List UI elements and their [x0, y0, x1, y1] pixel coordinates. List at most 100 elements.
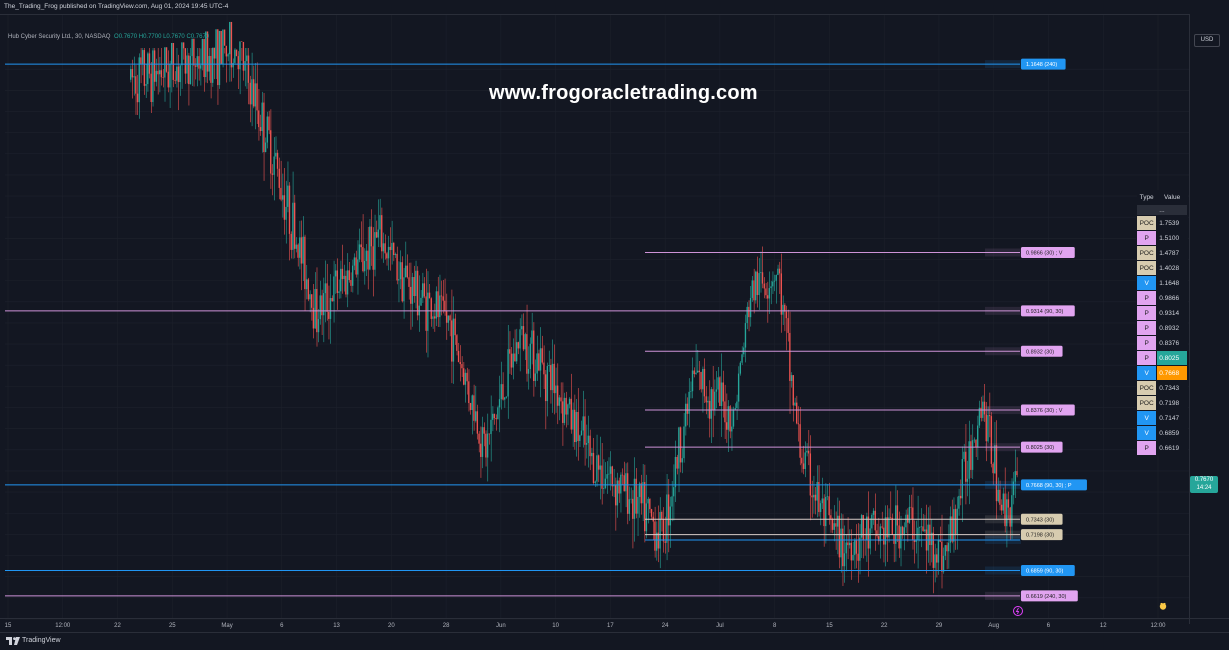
candle-body — [903, 527, 905, 535]
candle-body — [765, 288, 767, 296]
candle-body — [309, 294, 311, 300]
candle-body — [773, 280, 776, 282]
candle-body — [437, 291, 439, 318]
candle-body — [616, 480, 619, 506]
candle-body — [609, 466, 612, 474]
candle-body — [300, 237, 303, 264]
level-label: 0.7343 (30) — [1026, 517, 1054, 523]
candle-body — [529, 343, 531, 370]
replay-icon[interactable] — [1012, 605, 1024, 617]
row-value: 0.8376 — [1156, 335, 1188, 351]
candle-body — [792, 375, 794, 406]
candle-body — [543, 362, 545, 375]
candle-body — [353, 257, 356, 266]
candle-body — [977, 425, 979, 448]
table-row: P 1.5100 — [1135, 230, 1188, 246]
candle-body — [719, 377, 721, 406]
candle-body — [451, 320, 453, 362]
candle-body — [901, 526, 904, 535]
candle-body — [574, 409, 576, 443]
candle-body — [338, 291, 340, 293]
candle-body — [170, 42, 173, 64]
candle-body — [676, 456, 678, 469]
candle-body — [386, 253, 388, 259]
candle-body — [522, 326, 525, 350]
candle-body — [444, 300, 446, 312]
bar-countdown: 14:24 — [1196, 485, 1212, 491]
symbol-legend[interactable]: Hub Cyber Security Ltd., 30, NASDAQ O0.7… — [8, 34, 209, 40]
candle-body — [285, 206, 287, 220]
time-axis-panel[interactable] — [0, 618, 1229, 633]
candle-body — [288, 185, 291, 234]
candle-body — [182, 42, 185, 49]
candle-body — [685, 403, 687, 427]
candle-body — [481, 427, 484, 457]
row-type: POC — [1135, 380, 1158, 396]
candle-body — [814, 494, 817, 501]
candle-body — [548, 365, 550, 367]
candle-body — [362, 247, 364, 272]
candle-body — [379, 215, 381, 230]
candle-body — [638, 483, 641, 497]
candle-body — [290, 233, 292, 250]
candle-body — [372, 246, 374, 270]
candle-body — [614, 485, 617, 506]
candle-body — [763, 283, 765, 289]
candle-body — [331, 298, 333, 302]
candle-body — [281, 195, 284, 200]
candle-body — [194, 65, 197, 67]
candle-body — [980, 407, 982, 418]
currency-selector[interactable]: USD — [1194, 34, 1220, 47]
candle-body — [876, 530, 878, 537]
candle-body — [480, 443, 482, 457]
candle-body — [200, 65, 202, 69]
candle-body — [181, 42, 183, 66]
candle-body — [714, 391, 716, 410]
candle-body — [700, 372, 702, 390]
candle-body — [408, 277, 410, 287]
candle-body — [895, 505, 897, 544]
candle-body — [949, 516, 952, 543]
price-axis-panel[interactable] — [1189, 14, 1229, 624]
table-row: P 0.9866 — [1135, 290, 1188, 306]
candle-body — [956, 508, 958, 534]
candle-body — [164, 47, 166, 78]
candle-body — [276, 152, 279, 169]
candle-body — [678, 427, 680, 469]
candle-body — [210, 55, 212, 83]
row-value: 1.5100 — [1156, 230, 1188, 246]
level-labels: 1.1648 (240) 0.9866 (30) ; V 0.9314 (90, 3… — [1021, 58, 1087, 602]
candle-body — [852, 554, 854, 561]
candle-body — [184, 48, 187, 74]
candle-body — [495, 418, 497, 420]
candle-body — [710, 389, 712, 419]
candle-body — [985, 414, 987, 442]
candle-body — [370, 226, 373, 247]
candle-body — [515, 342, 518, 362]
candle-body — [918, 526, 921, 528]
table-row: P 0.9314 — [1135, 305, 1188, 321]
candle-body — [835, 523, 837, 527]
candle-body — [905, 514, 907, 528]
candle-body — [686, 403, 689, 414]
candle-body — [452, 318, 455, 362]
row-value: 0.7198 — [1156, 395, 1188, 411]
candle-body — [176, 66, 178, 81]
candle-body — [509, 349, 511, 354]
candle-body — [826, 496, 829, 497]
candle-body — [973, 439, 975, 441]
candle-body — [230, 21, 233, 68]
candle-body — [831, 518, 834, 530]
candle-body — [311, 294, 313, 308]
candle-body — [254, 83, 257, 107]
candle-body — [239, 41, 241, 70]
candle-body — [259, 127, 262, 132]
row-type: V — [1135, 425, 1158, 441]
level-zone — [985, 406, 1021, 415]
candle-body — [691, 370, 694, 392]
candle-body — [777, 268, 779, 275]
table-row: POC 0.7198 — [1135, 395, 1188, 411]
candle-body — [425, 296, 427, 331]
candle-body — [307, 279, 309, 300]
candle-body — [398, 279, 400, 281]
